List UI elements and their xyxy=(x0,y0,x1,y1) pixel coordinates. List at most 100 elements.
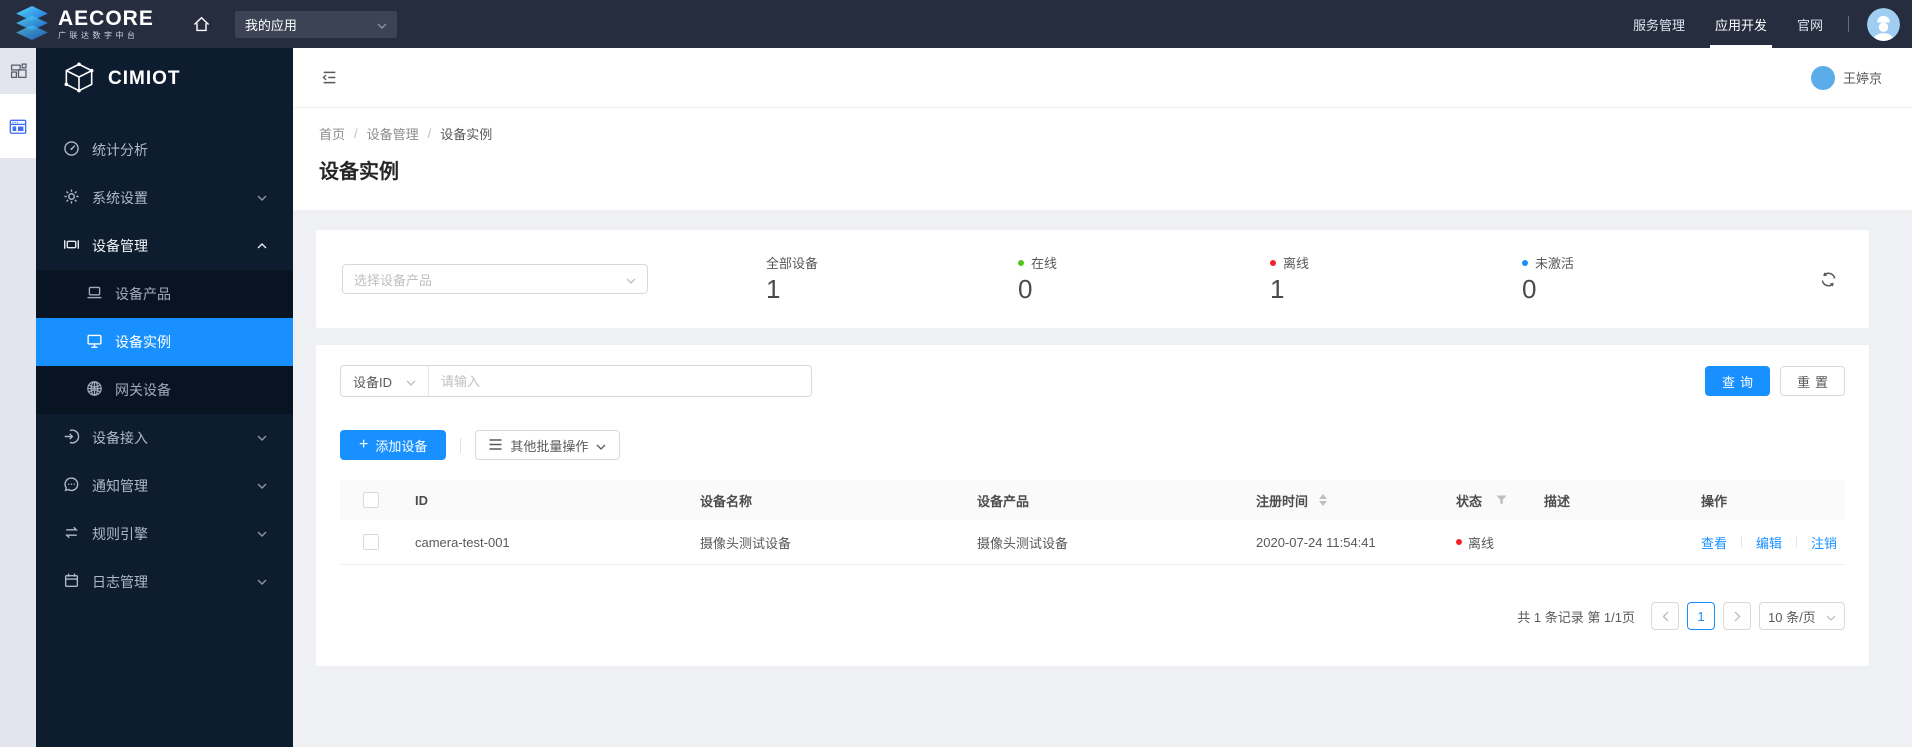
edit-link[interactable]: 编辑 xyxy=(1756,533,1782,552)
search-field-select[interactable]: 设备ID xyxy=(341,372,428,391)
device-list-card: 设备ID 查询 重置 + xyxy=(316,345,1869,666)
sidebar-item-notification-management[interactable]: 通知管理 xyxy=(36,462,293,510)
deregister-link[interactable]: 注销 xyxy=(1811,533,1837,552)
menu-fold-icon[interactable] xyxy=(321,69,338,86)
row-checkbox[interactable] xyxy=(363,534,379,550)
topbar: AECORE 广联达数字中台 我的应用 服务管理 应用开发 官网 xyxy=(0,0,1912,48)
main-area: 选择设备产品 全部设备 1 在线 0 离线 1 未激活 0 设备ID 请输入 查… xyxy=(293,210,1912,747)
login-icon xyxy=(63,428,80,448)
breadcrumb-device-management[interactable]: 设备管理 xyxy=(367,124,419,143)
stat-offline: 离线 1 xyxy=(1270,253,1522,305)
cimiot-cube-icon xyxy=(60,60,98,99)
calendar-icon xyxy=(63,572,80,592)
sidebar-item-rule-engine[interactable]: 规则引擎 xyxy=(36,510,293,558)
refresh-icon[interactable] xyxy=(1820,271,1837,288)
page-size-value: 10 条/页 xyxy=(1768,609,1816,625)
app-select[interactable]: 我的应用 xyxy=(234,10,397,38)
topbar-nav: 服务管理 应用开发 官网 xyxy=(1618,0,1912,48)
offline-status-dot xyxy=(1456,539,1462,545)
sidebar-item-log-management[interactable]: 日志管理 xyxy=(36,558,293,606)
sidebar-item-statistics[interactable]: 统计分析 xyxy=(36,126,293,174)
chevron-down-icon xyxy=(257,195,267,201)
active-underline xyxy=(1709,45,1772,48)
pagination: 共 1 条记录 第 1/1页 1 10 条/页 xyxy=(340,602,1845,630)
nav-app-development[interactable]: 应用开发 xyxy=(1700,0,1782,48)
content: 王婷京 首页 / 设备管理 / 设备实例 设备实例 选择设备产品 全部设备 1 … xyxy=(293,48,1912,747)
cell-actions: 查看 编辑 注销 xyxy=(1701,533,1845,552)
select-all-checkbox[interactable] xyxy=(363,492,379,508)
device-stats: 全部设备 1 在线 0 离线 1 未激活 0 xyxy=(766,253,1820,305)
avatar xyxy=(1810,65,1835,90)
stat-total: 全部设备 1 xyxy=(766,253,1018,305)
user-avatar-icon[interactable] xyxy=(1867,7,1900,41)
search-field-value: 设备ID xyxy=(353,374,393,390)
view-link[interactable]: 查看 xyxy=(1701,533,1727,552)
sidebar-item-device-access[interactable]: 设备接入 xyxy=(36,414,293,462)
stat-inactive-value: 0 xyxy=(1522,274,1537,305)
pagination-summary: 共 1 条记录 第 1/1页 xyxy=(1517,609,1635,625)
loop-icon xyxy=(63,524,80,544)
sidebar-item-gateway-devices[interactable]: 网关设备 xyxy=(36,366,293,414)
product-logo: CIMIOT xyxy=(36,48,293,110)
nav-official-site[interactable]: 官网 xyxy=(1782,0,1838,48)
chevron-down-icon xyxy=(257,483,267,489)
breadcrumb-home[interactable]: 首页 xyxy=(319,124,345,143)
brand: AECORE 广联达数字中台 xyxy=(14,5,154,43)
monitor-icon xyxy=(86,332,103,352)
nav-service-management[interactable]: 服务管理 xyxy=(1618,0,1700,48)
divider xyxy=(460,437,462,453)
plus-icon: + xyxy=(359,436,369,453)
add-device-button[interactable]: + 添加设备 xyxy=(340,430,447,460)
rail-browser-icon[interactable] xyxy=(0,94,36,158)
sidebar-menu: 统计分析 系统设置 设备管理 设备产品 设备实例 网关设备 设备接入 通知管理 … xyxy=(36,110,293,606)
cell-device-name: 摄像头测试设备 xyxy=(700,535,792,551)
rail-dashboard-icon[interactable] xyxy=(0,48,36,94)
col-device-product: 设备产品 xyxy=(977,493,1030,509)
chevron-down-icon xyxy=(626,272,636,287)
cell-id: camera-test-001 xyxy=(415,534,510,550)
online-dot xyxy=(1018,259,1024,266)
sort-icon[interactable] xyxy=(1319,494,1328,506)
brand-name: AECORE xyxy=(58,7,154,30)
chevron-down-icon xyxy=(257,435,267,441)
stat-offline-value: 1 xyxy=(1270,274,1285,305)
col-register-time: 注册时间 xyxy=(1256,491,1456,510)
home-icon[interactable] xyxy=(192,15,211,34)
username: 王婷京 xyxy=(1842,71,1882,86)
page-number[interactable]: 1 xyxy=(1687,602,1715,630)
breadcrumb: 首页 / 设备管理 / 设备实例 xyxy=(319,124,493,143)
next-page-button[interactable] xyxy=(1723,602,1751,630)
search-input[interactable] xyxy=(429,373,811,389)
reset-button[interactable]: 重置 xyxy=(1779,366,1845,396)
sidebar-item-device-instances[interactable]: 设备实例 xyxy=(36,318,293,366)
chevron-down-icon xyxy=(257,531,267,537)
brand-subtitle: 广联达数字中台 xyxy=(58,31,139,40)
query-row: 设备ID 查询 重置 xyxy=(340,365,1845,397)
cell-device-product: 摄像头测试设备 xyxy=(977,535,1069,551)
cell-status: 离线 xyxy=(1456,533,1544,552)
prev-page-button[interactable] xyxy=(1651,602,1679,630)
sidebar-item-device-products[interactable]: 设备产品 xyxy=(36,270,293,318)
content-header: 王婷京 xyxy=(293,48,1912,108)
toolbar: + 添加设备 其他批量操作 xyxy=(340,430,1845,460)
app-select-value: 我的应用 xyxy=(244,17,297,33)
page-header: 首页 / 设备管理 / 设备实例 设备实例 xyxy=(293,108,1912,210)
search-button[interactable]: 查询 xyxy=(1704,366,1770,396)
batch-operations-button[interactable]: 其他批量操作 xyxy=(475,430,621,460)
chevron-up-icon xyxy=(257,243,267,249)
gauge-icon xyxy=(63,140,80,160)
chevron-down-icon xyxy=(377,17,387,32)
col-device-name: 设备名称 xyxy=(700,493,753,509)
device-table: ID 设备名称 设备产品 注册时间 状态 描述 操作 camera-test-0… xyxy=(340,480,1845,565)
table-row: camera-test-001 摄像头测试设备 摄像头测试设备 2020-07-… xyxy=(340,520,1845,565)
current-user[interactable]: 王婷京 xyxy=(1810,65,1882,90)
sidebar-item-system-settings[interactable]: 系统设置 xyxy=(36,174,293,222)
stat-inactive: 未激活 0 xyxy=(1522,253,1774,305)
chevron-down-icon xyxy=(596,438,606,453)
filter-icon[interactable] xyxy=(1496,495,1507,505)
page-size-select[interactable]: 10 条/页 xyxy=(1759,602,1845,630)
product-select[interactable]: 选择设备产品 xyxy=(342,264,648,294)
overview-card: 选择设备产品 全部设备 1 在线 0 离线 1 未激活 0 xyxy=(316,230,1869,328)
aecore-logo-icon xyxy=(14,5,50,43)
sidebar-item-device-management[interactable]: 设备管理 xyxy=(36,222,293,270)
